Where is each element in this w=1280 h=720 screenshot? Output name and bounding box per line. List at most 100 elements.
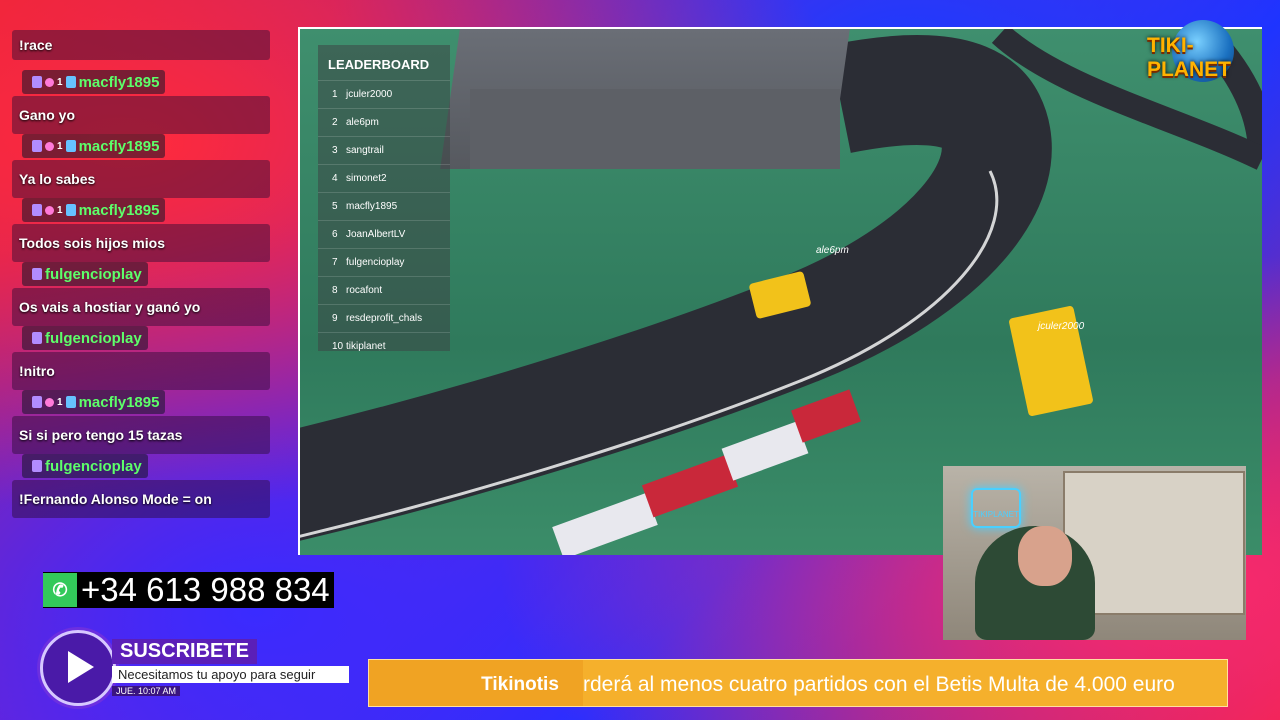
leaderboard-position: 7 [332, 257, 338, 268]
chat-username-text: macfly1895 [78, 201, 160, 219]
chat-username: 1 macfly1895 [22, 198, 166, 222]
twitch-badge-icon [32, 204, 42, 216]
leaderboard-player: jculer2000 [346, 89, 393, 100]
leaderboard-position: 3 [332, 145, 338, 156]
chat-message-text: !race [12, 30, 270, 60]
twitch-badge-icon [32, 76, 42, 88]
leaderboard: LEADERBOARD 1 jculer2000 2 ale6pm 3 sangtrail… [318, 45, 450, 352]
chat-message: 1 macfly1895 Gano yo [12, 70, 270, 134]
leaderboard-player: simonet2 [346, 173, 387, 184]
chat-username-text: macfly1895 [78, 393, 160, 411]
chat-message: 1 macfly1895 Ya lo sabes [12, 134, 270, 198]
tiki-planet-logo: TIKI-PLANET [1147, 20, 1270, 82]
leaderboard-player: resdeprofit_chals [346, 313, 423, 324]
leaderboard-position: 6 [332, 229, 338, 240]
subscriber-badge-icon [65, 396, 76, 408]
leaderboard-position: 4 [332, 173, 338, 184]
chat-message-text: Si si pero tengo 15 tazas [12, 416, 270, 454]
chat-username-text: macfly1895 [78, 137, 160, 155]
leaderboard-title: LEADERBOARD [328, 57, 430, 72]
chat-message-text: Gano yo [12, 96, 270, 134]
heart-badge-icon [45, 205, 54, 215]
chat-username: fulgencioplay [22, 262, 148, 286]
chat-message: fulgencioplay !Fernando Alonso Mode = on [12, 454, 270, 518]
chat-username: fulgencioplay [22, 326, 148, 350]
subscribe-text: Necesitamos tu apoyo para seguir [112, 666, 349, 683]
chat-message: fulgencioplay Os vais a hostiar y ganó yo [12, 262, 270, 326]
chat-message-text: Todos sois hijos mios [12, 224, 270, 262]
leaderboard-row: 6 JoanAlbertLV [318, 220, 450, 248]
chat-message: !race [12, 30, 270, 60]
building-block [470, 89, 840, 169]
heart-badge-icon [45, 141, 54, 151]
leaderboard-player: ale6pm [346, 117, 379, 128]
chat-message-text: Ya lo sabes [12, 160, 270, 198]
subscribe-title: SUSCRIBETE [112, 639, 257, 664]
car-label: ale6pm [816, 245, 849, 256]
leaderboard-row: 2 ale6pm [318, 108, 450, 136]
leaderboard-player: JoanAlbertLV [346, 229, 406, 240]
leaderboard-row: 1 jculer2000 [318, 80, 450, 108]
twitch-badge-icon [32, 460, 42, 472]
chat-username-text: fulgencioplay [45, 329, 142, 347]
twitch-badge-icon [32, 140, 42, 152]
neon-sign: TIKIPLANET [971, 488, 1021, 528]
chat-message: fulgencioplay !nitro [12, 326, 270, 390]
subscribe-play-icon[interactable] [40, 630, 116, 706]
leaderboard-row: 7 fulgencioplay [318, 248, 450, 276]
date-time: JUE. 10:07 AM [112, 686, 181, 696]
chat-message: 1 macfly1895 Si si pero tengo 15 tazas [12, 390, 270, 454]
chat-message-text: !nitro [12, 352, 270, 390]
leaderboard-player: tikiplanet [346, 341, 386, 352]
subscriber-badge-icon [65, 76, 76, 88]
heart-badge-icon [45, 397, 54, 407]
leaderboard-row: 3 sangtrail [318, 136, 450, 164]
leaderboard-position: 5 [332, 201, 338, 212]
chat-message-text: Os vais a hostiar y ganó yo [12, 288, 270, 326]
twitch-badge-icon [32, 268, 42, 280]
phone-banner: ✆ +34 613 988 834 [43, 571, 334, 608]
leaderboard-row: 9 resdeprofit_chals [318, 304, 450, 332]
chat-username-text: fulgencioplay [45, 457, 142, 475]
leaderboard-player: sangtrail [346, 145, 384, 156]
chat-username-text: fulgencioplay [45, 265, 142, 283]
leaderboard-position: 9 [332, 313, 338, 324]
ticker-track: rderá al menos cuatro partidos con el Be… [583, 660, 1227, 706]
heart-badge-icon [45, 77, 54, 87]
ticker-text: rderá al menos cuatro partidos con el Be… [583, 673, 1175, 696]
chat-username: 1 macfly1895 [22, 390, 166, 414]
leaderboard-row: 4 simonet2 [318, 164, 450, 192]
ticker-label: Tikinotis [455, 660, 585, 706]
leaderboard-position: 10 [332, 341, 344, 352]
leaderboard-player: rocafont [346, 285, 383, 296]
phone-number: +34 613 988 834 [81, 571, 330, 608]
news-ticker: Tikinotis rderá al menos cuatro partidos… [368, 659, 1228, 707]
chat-username: fulgencioplay [22, 454, 148, 478]
subscriber-badge-icon [65, 140, 76, 152]
leaderboard-position: 8 [332, 285, 338, 296]
streamer-face [1018, 526, 1072, 586]
leaderboard-position: 1 [332, 89, 338, 100]
webcam-feed: TIKIPLANET [943, 466, 1246, 640]
tier-badge-icon: 1 [57, 396, 63, 408]
car-label: jculer2000 [1038, 321, 1085, 332]
twitch-badge-icon [32, 332, 42, 344]
leaderboard-row: 8 rocafont [318, 276, 450, 304]
chat-username: 1 macfly1895 [22, 134, 166, 158]
chat-message: 1 macfly1895 Todos sois hijos mios [12, 198, 270, 262]
chat-username: 1 macfly1895 [22, 70, 166, 94]
chat-message-text: !Fernando Alonso Mode = on [12, 480, 270, 518]
leaderboard-row: 5 macfly1895 [318, 192, 450, 220]
leaderboard-position: 2 [332, 117, 338, 128]
logo-text: TIKI-PLANET [1147, 34, 1231, 81]
leaderboard-player: macfly1895 [346, 201, 398, 212]
tier-badge-icon: 1 [57, 140, 63, 152]
subscriber-badge-icon [65, 204, 76, 216]
tier-badge-icon: 1 [57, 204, 63, 216]
twitch-badge-icon [32, 396, 42, 408]
leaderboard-player: fulgencioplay [346, 257, 405, 268]
tier-badge-icon: 1 [57, 76, 63, 88]
leaderboard-row: 10 tikiplanet [318, 332, 450, 360]
chat-username-text: macfly1895 [78, 73, 160, 91]
whatsapp-icon: ✆ [43, 573, 77, 607]
